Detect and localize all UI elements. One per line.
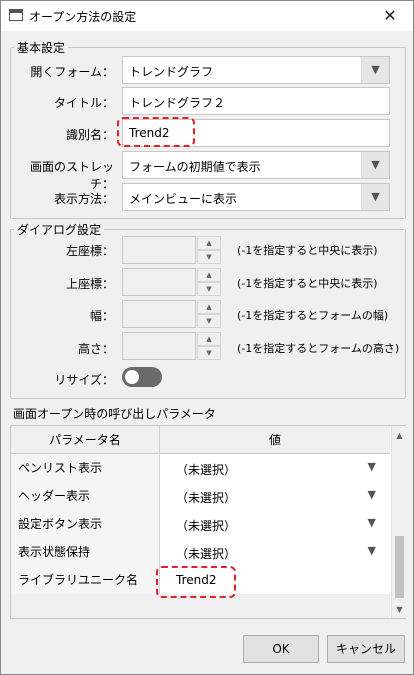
height-spinner[interactable]: ▲ ▼ [122, 332, 221, 360]
spin-up-icon[interactable]: ▲ [197, 236, 221, 250]
param-value-combo[interactable]: （未選択） ▼ [160, 510, 390, 538]
left-coord-input[interactable] [122, 236, 196, 264]
spin-up-icon[interactable]: ▲ [197, 300, 221, 314]
param-name: ヘッダー表示 [11, 482, 160, 510]
param-value-input[interactable]: Trend2 [160, 566, 390, 594]
param-name: 表示状態保持 [11, 538, 160, 566]
chevron-down-icon[interactable]: ▼ [361, 152, 389, 178]
param-name: ペンリスト表示 [11, 454, 160, 482]
spin-down-icon[interactable]: ▼ [197, 282, 221, 296]
table-row[interactable]: 設定ボタン表示 （未選択） ▼ [11, 510, 390, 538]
chevron-down-icon[interactable]: ▼ [368, 460, 376, 473]
width-input[interactable] [122, 300, 196, 328]
top-coord-label: 上座標： [65, 277, 114, 291]
window-title: オープン方法の設定 [29, 10, 137, 24]
spin-up-icon[interactable]: ▲ [197, 332, 221, 346]
grid-empty-area [11, 594, 390, 618]
toggle-knob [125, 370, 139, 384]
param-value-combo[interactable]: （未選択） ▼ [160, 454, 390, 482]
resize-label: リサイズ： [54, 373, 114, 387]
cancel-button[interactable]: キャンセル [327, 635, 405, 663]
params-grid-header: パラメータ名 値 [11, 426, 390, 454]
vertical-scrollbar[interactable]: ▲ ▼ [391, 426, 406, 618]
param-name: 設定ボタン表示 [11, 510, 160, 538]
param-value-combo[interactable]: （未選択） ▼ [160, 482, 390, 510]
id-name-label: 識別名： [65, 128, 114, 142]
width-label: 幅： [89, 309, 114, 323]
height-input[interactable] [122, 332, 196, 360]
resize-toggle[interactable] [122, 367, 162, 387]
title-input[interactable]: トレンドグラフ２ [122, 87, 390, 115]
table-row[interactable]: ライブラリユニーク名 Trend2 [11, 566, 390, 594]
dialog-settings-legend: ダイアログ設定 [17, 223, 102, 237]
param-value: （未選択） [176, 463, 237, 477]
table-row[interactable]: 表示状態保持 （未選択） ▼ [11, 538, 390, 566]
stretch-label: 画面のストレッチ： [29, 160, 114, 191]
basic-settings-legend: 基本設定 [17, 41, 66, 55]
scroll-thumb[interactable] [395, 536, 404, 598]
title-label: タイトル： [53, 96, 114, 110]
chevron-down-icon[interactable]: ▼ [368, 544, 376, 557]
window-icon [9, 9, 23, 21]
height-label: 高さ： [77, 342, 114, 356]
width-hint: (-1を指定するとフォームの幅) [237, 309, 389, 322]
param-value-combo[interactable]: （未選択） ▼ [160, 538, 390, 566]
chevron-down-icon[interactable]: ▼ [368, 516, 376, 529]
top-coord-spinner[interactable]: ▲ ▼ [122, 268, 221, 296]
scroll-down-icon[interactable]: ▼ [392, 602, 407, 617]
top-coord-hint: (-1を指定すると中央に表示) [237, 277, 378, 290]
open-form-value: トレンドグラフ [129, 65, 214, 79]
title-value: トレンドグラフ２ [129, 96, 226, 110]
spin-up-icon[interactable]: ▲ [197, 268, 221, 282]
stretch-value: フォームの初期値で表示 [129, 160, 261, 174]
chevron-down-icon[interactable]: ▼ [361, 184, 389, 210]
left-coord-spinner[interactable]: ▲ ▼ [122, 236, 221, 264]
spin-down-icon[interactable]: ▼ [197, 250, 221, 264]
height-hint: (-1を指定するとフォームの高さ) [237, 342, 400, 355]
scroll-up-icon[interactable]: ▲ [392, 428, 407, 443]
open-form-combo[interactable]: トレンドグラフ ▼ [122, 56, 390, 84]
left-coord-label: 左座標： [65, 244, 114, 258]
stretch-combo[interactable]: フォームの初期値で表示 ▼ [122, 151, 390, 179]
spin-down-icon[interactable]: ▼ [197, 314, 221, 328]
display-method-value: メインビューに表示 [129, 192, 238, 206]
top-coord-input[interactable] [122, 268, 196, 296]
chevron-down-icon[interactable]: ▼ [361, 57, 389, 83]
display-method-label: 表示方法： [53, 192, 114, 206]
param-value: （未選択） [176, 547, 237, 561]
left-coord-hint: (-1を指定すると中央に表示) [237, 244, 378, 257]
col-header-name[interactable]: パラメータ名 [11, 426, 160, 454]
spin-down-icon[interactable]: ▼ [197, 346, 221, 360]
display-method-combo[interactable]: メインビューに表示 ▼ [122, 183, 390, 211]
dialog-window: オープン方法の設定 ✕ 基本設定 開くフォーム： トレンドグラフ ▼ タイトル：… [0, 0, 414, 675]
table-row[interactable]: ペンリスト表示 （未選択） ▼ [11, 454, 390, 482]
id-name-value: Trend2 [129, 126, 170, 140]
table-row[interactable]: ヘッダー表示 （未選択） ▼ [11, 482, 390, 510]
params-grid: パラメータ名 値 ペンリスト表示 （未選択） ▼ ヘッダー表示 （未選択） ▼ … [10, 425, 406, 619]
param-value: Trend2 [176, 573, 217, 587]
col-header-value[interactable]: 値 [160, 426, 390, 454]
param-value: （未選択） [176, 491, 237, 505]
title-bar: オープン方法の設定 ✕ [1, 1, 413, 31]
param-value: （未選択） [176, 519, 237, 533]
width-spinner[interactable]: ▲ ▼ [122, 300, 221, 328]
param-name: ライブラリユニーク名 [11, 566, 160, 594]
open-form-label: 開くフォーム： [30, 65, 114, 79]
ok-button[interactable]: OK [243, 635, 319, 663]
chevron-down-icon[interactable]: ▼ [368, 488, 376, 501]
close-button[interactable]: ✕ [367, 1, 413, 31]
params-section-title: 画面オープン時の呼び出しパラメータ [13, 407, 216, 421]
id-name-input[interactable]: Trend2 [122, 119, 390, 147]
